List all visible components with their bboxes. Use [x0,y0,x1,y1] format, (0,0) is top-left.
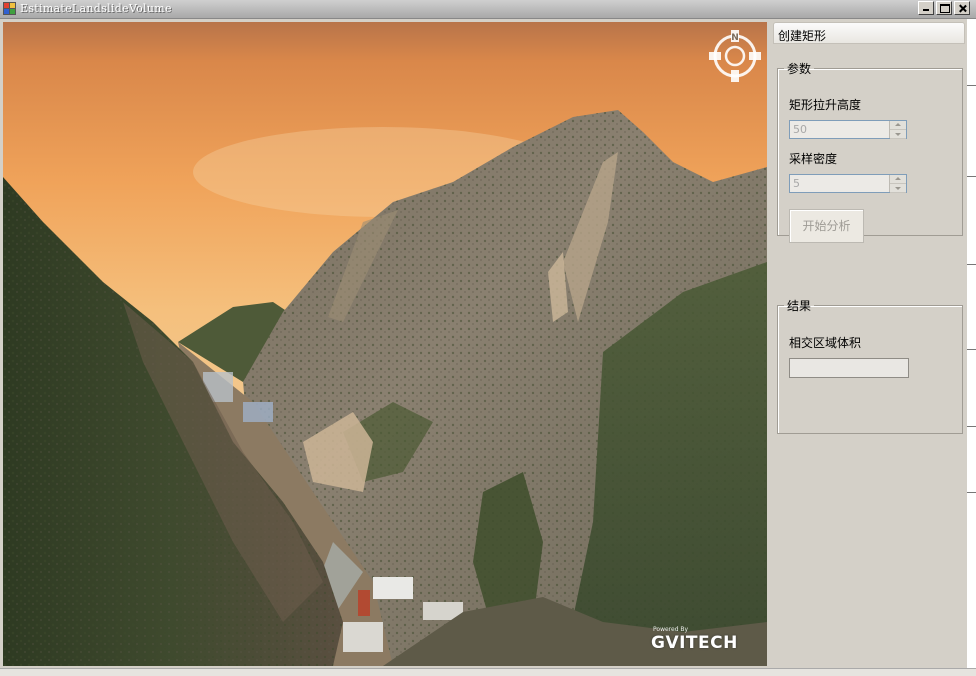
density-up-icon[interactable] [890,175,906,184]
height-stepper[interactable]: 50 [789,120,907,139]
terrain-3d-viewport[interactable]: N Powered By GVITECH [3,22,767,666]
params-legend: 参数 [787,62,812,76]
results-group: 结果 相交区域体积 [777,297,963,434]
app-icon [3,2,16,15]
volume-label: 相交区域体积 [789,336,862,350]
compass-icon[interactable]: N [707,28,763,84]
height-up-icon[interactable] [890,121,906,130]
results-legend: 结果 [787,299,812,313]
terrain-scene [3,22,767,666]
close-button[interactable] [954,1,970,15]
density-stepper-arrows[interactable] [889,175,906,193]
tab-create-rectangle[interactable]: 创建矩形 [773,22,965,44]
density-stepper[interactable]: 5 [789,174,907,193]
background-window-edge [967,19,976,669]
maximize-button[interactable] [936,1,952,15]
params-group: 参数 矩形拉升高度 50 采样密度 5 开始分析 [777,60,963,243]
logo-powered-by: Powered By [653,626,689,633]
height-value: 50 [793,123,807,136]
compass-north-label: N [731,33,739,43]
density-down-icon[interactable] [890,184,906,193]
volume-output-field[interactable] [789,358,909,378]
window-controls [918,1,970,15]
title-bar[interactable]: EstimateLandslideVolume [0,0,976,19]
start-analysis-button[interactable]: 开始分析 [789,209,864,243]
minimize-button[interactable] [918,1,934,15]
density-value: 5 [793,177,800,190]
height-label: 矩形拉升高度 [789,98,862,112]
height-down-icon[interactable] [890,130,906,139]
window-title: EstimateLandslideVolume [20,2,172,15]
gvitech-logo: Powered By GVITECH [651,626,738,653]
logo-brand: GVITECH [651,633,738,653]
density-label: 采样密度 [789,152,838,166]
control-panel: 创建矩形 参数 矩形拉升高度 50 采样密度 5 开始分析 结果 相交区域体积 [770,19,976,669]
height-stepper-arrows[interactable] [889,121,906,139]
